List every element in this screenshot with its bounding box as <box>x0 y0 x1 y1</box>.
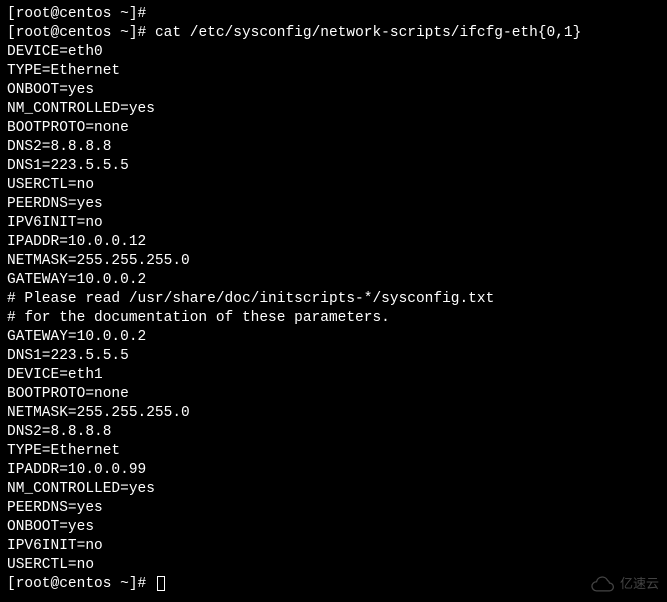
output-text: IPV6INIT=no <box>7 215 103 231</box>
output-text: BOOTPROTO=none <box>7 386 129 402</box>
output-text: IPV6INIT=no <box>7 538 103 554</box>
terminal-line: ONBOOT=yes <box>7 518 660 537</box>
cloud-icon <box>590 576 616 594</box>
output-text: ONBOOT=yes <box>7 519 94 535</box>
output-text: DNS1=223.5.5.5 <box>7 348 129 364</box>
terminal-line: BOOTPROTO=none <box>7 119 660 138</box>
terminal-line: IPV6INIT=no <box>7 537 660 556</box>
output-text: DEVICE=eth1 <box>7 367 103 383</box>
shell-prompt: [root@centos ~]# <box>7 576 155 592</box>
terminal-line: [root@centos ~]# cat /etc/sysconfig/netw… <box>7 24 660 43</box>
terminal-line: DEVICE=eth1 <box>7 366 660 385</box>
output-text: DNS2=8.8.8.8 <box>7 139 111 155</box>
terminal-line: TYPE=Ethernet <box>7 442 660 461</box>
output-text: # Please read /usr/share/doc/initscripts… <box>7 291 494 307</box>
output-text: NM_CONTROLLED=yes <box>7 481 155 497</box>
output-text: DEVICE=eth0 <box>7 44 103 60</box>
terminal-line: BOOTPROTO=none <box>7 385 660 404</box>
terminal-line: NETMASK=255.255.255.0 <box>7 252 660 271</box>
output-text: TYPE=Ethernet <box>7 443 120 459</box>
terminal-line: IPADDR=10.0.0.99 <box>7 461 660 480</box>
terminal-line: PEERDNS=yes <box>7 499 660 518</box>
output-text: ONBOOT=yes <box>7 82 94 98</box>
shell-prompt: [root@centos ~]# <box>7 6 155 22</box>
terminal-line: DEVICE=eth0 <box>7 43 660 62</box>
output-text: TYPE=Ethernet <box>7 63 120 79</box>
output-text: IPADDR=10.0.0.99 <box>7 462 146 478</box>
terminal-line: NM_CONTROLLED=yes <box>7 100 660 119</box>
output-text: USERCTL=no <box>7 177 94 193</box>
terminal-line: GATEWAY=10.0.0.2 <box>7 328 660 347</box>
output-text: IPADDR=10.0.0.12 <box>7 234 146 250</box>
output-text: NETMASK=255.255.255.0 <box>7 253 190 269</box>
terminal-line: PEERDNS=yes <box>7 195 660 214</box>
terminal-line: IPADDR=10.0.0.12 <box>7 233 660 252</box>
terminal-line: GATEWAY=10.0.0.2 <box>7 271 660 290</box>
output-text: GATEWAY=10.0.0.2 <box>7 272 146 288</box>
terminal-line: DNS2=8.8.8.8 <box>7 138 660 157</box>
terminal-line: NETMASK=255.255.255.0 <box>7 404 660 423</box>
output-text: PEERDNS=yes <box>7 196 103 212</box>
terminal-line: USERCTL=no <box>7 556 660 575</box>
watermark-brand: 亿速云 <box>590 575 659 594</box>
terminal-line: DNS1=223.5.5.5 <box>7 347 660 366</box>
terminal-line: # for the documentation of these paramet… <box>7 309 660 328</box>
terminal-output[interactable]: [root@centos ~]# [root@centos ~]# cat /e… <box>7 5 660 594</box>
terminal-line: USERCTL=no <box>7 176 660 195</box>
shell-prompt: [root@centos ~]# <box>7 25 155 41</box>
output-text: NETMASK=255.255.255.0 <box>7 405 190 421</box>
cursor[interactable] <box>157 576 165 591</box>
output-text: # for the documentation of these paramet… <box>7 310 390 326</box>
output-text: DNS1=223.5.5.5 <box>7 158 129 174</box>
terminal-line: [root@centos ~]# <box>7 575 660 594</box>
output-text: GATEWAY=10.0.0.2 <box>7 329 146 345</box>
terminal-line: # Please read /usr/share/doc/initscripts… <box>7 290 660 309</box>
terminal-line: DNS1=223.5.5.5 <box>7 157 660 176</box>
output-text: DNS2=8.8.8.8 <box>7 424 111 440</box>
output-text: PEERDNS=yes <box>7 500 103 516</box>
watermark-label: 亿速云 <box>620 575 659 594</box>
output-text: BOOTPROTO=none <box>7 120 129 136</box>
output-text: USERCTL=no <box>7 557 94 573</box>
terminal-line: NM_CONTROLLED=yes <box>7 480 660 499</box>
terminal-line: [root@centos ~]# <box>7 5 660 24</box>
terminal-line: TYPE=Ethernet <box>7 62 660 81</box>
shell-command: cat /etc/sysconfig/network-scripts/ifcfg… <box>155 25 581 41</box>
terminal-line: ONBOOT=yes <box>7 81 660 100</box>
terminal-line: IPV6INIT=no <box>7 214 660 233</box>
output-text: NM_CONTROLLED=yes <box>7 101 155 117</box>
terminal-line: DNS2=8.8.8.8 <box>7 423 660 442</box>
